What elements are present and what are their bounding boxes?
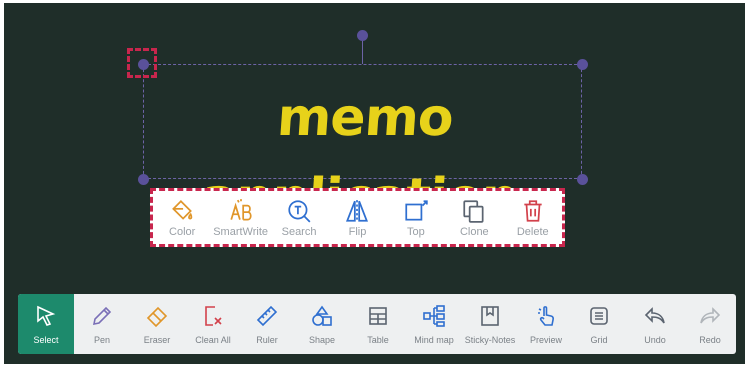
select-tool-button[interactable]: Select [18,294,74,354]
search-label: Search [281,225,317,238]
text-search-icon [288,199,311,222]
resize-handle-bottom-right[interactable] [577,174,588,185]
table-icon [369,306,387,325]
ruler-icon [256,305,278,326]
top-button[interactable]: Top [387,198,445,238]
mind-map-tool-button[interactable]: Mind map [406,294,462,354]
delete-label: Delete [516,225,549,238]
select-label: Select [33,334,59,345]
trash-icon [524,199,542,222]
shape-tool-button[interactable]: Shape [294,294,350,354]
pen-label: Pen [93,334,110,345]
clean-all-label: Clean All [195,334,231,345]
mind-map-label: Mind map [414,334,454,345]
delete-button[interactable]: Delete [504,198,562,238]
grid-tool-button[interactable]: Grid [571,294,627,354]
clone-button[interactable]: Clone [445,198,503,238]
redo-label: Redo [699,334,721,345]
main-toolbar: Select Pen Eraser Clean All Ruler Shape [18,294,736,354]
cursor-icon [37,305,56,326]
sticky-notes-label: Sticky-Notes [464,334,516,345]
resize-handle-bottom-left[interactable] [138,174,149,185]
rotate-handle[interactable] [357,30,368,41]
shape-icon [312,305,332,326]
pen-tool-button[interactable]: Pen [74,294,130,354]
top-label: Top [407,225,425,238]
redo-button[interactable]: Redo [682,294,736,354]
eraser-tool-button[interactable]: Eraser [129,294,185,354]
preview-icon [538,305,554,326]
eraser-label: Eraser [143,334,171,345]
smartwrite-button[interactable]: SmartWrite [212,198,270,238]
table-label: Table [367,334,389,345]
table-tool-button[interactable]: Table [350,294,406,354]
preview-tool-button[interactable]: Preview [518,294,574,354]
color-button[interactable]: Color [153,198,211,238]
eraser-icon [146,306,168,327]
mind-map-icon [423,304,445,327]
search-button[interactable]: Search [270,198,328,238]
undo-icon [644,306,665,323]
shape-label: Shape [308,334,336,345]
flip-icon [346,199,369,222]
flip-label: Flip [348,225,367,238]
bring-to-top-icon [405,199,428,221]
flip-button[interactable]: Flip [328,198,386,238]
resize-handle-top-right[interactable] [577,59,588,70]
grid-label: Grid [590,334,608,345]
memo-handwriting-text[interactable]: memo application [147,78,583,228]
resize-handle-top-left[interactable] [138,59,149,70]
selection-context-toolbar: Color SmartWrite Search Flip Top Clone D… [150,188,565,247]
preview-label: Preview [529,334,562,345]
redo-icon [700,306,721,323]
smartwrite-label: SmartWrite [213,225,269,238]
sticky-notes-icon [481,305,499,326]
clone-icon [463,199,484,223]
undo-button[interactable]: Undo [627,294,683,354]
clone-label: Clone [459,225,489,238]
grid-icon [590,306,608,325]
smart-write-icon [230,198,252,221]
ruler-tool-button[interactable]: Ruler [239,294,295,354]
pen-icon [92,306,112,325]
clean-all-button[interactable]: Clean All [185,294,241,354]
clean-all-icon [205,305,222,326]
fill-bucket-icon [172,199,193,220]
sticky-notes-tool-button[interactable]: Sticky-Notes [462,294,518,354]
undo-label: Undo [644,334,666,345]
color-label: Color [169,225,196,238]
ruler-label: Ruler [256,334,278,345]
